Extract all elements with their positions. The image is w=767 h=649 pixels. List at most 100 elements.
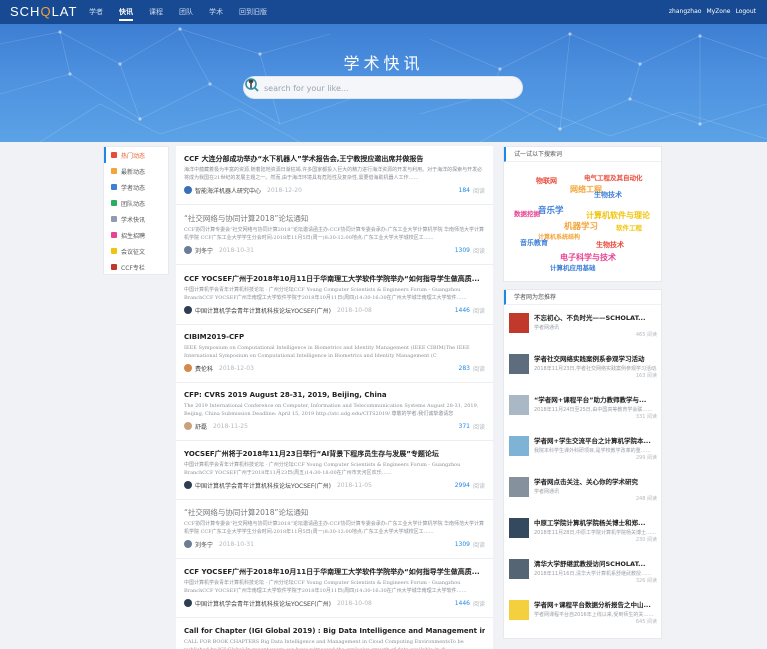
recommend-summary: 我院本科学生课外科研项目,是学校教学改革的重……: [534, 448, 651, 454]
nav-item-0[interactable]: 学者: [89, 0, 103, 24]
sidebar-item-0[interactable]: 热门动态: [104, 147, 168, 163]
recommend-title[interactable]: 学者网+课程平台数据分析报告之中山...: [534, 599, 660, 609]
author-avatar[interactable]: [184, 364, 192, 372]
recommend-title[interactable]: 学者网+学生交流平台之计算机学院本...: [534, 435, 660, 445]
search-bar[interactable]: [243, 76, 523, 99]
sidebar-item-4[interactable]: 学术快讯: [104, 211, 168, 227]
article-abstract: 海洋中蕴藏着极为丰富的资源,随着陆地资源日渐枯竭,许多国家都投入巨大的精力进行海…: [184, 167, 483, 181]
tag-cloud-term[interactable]: 数据挖掘: [514, 208, 540, 218]
tag-cloud-term[interactable]: 软件工程: [616, 222, 642, 232]
recommend-item[interactable]: 清华大学舒继武教授访问SCHOLAT... 2018年11月16日,清华大学计算机…: [507, 554, 660, 590]
recommend-item[interactable]: 学者网+学生交流平台之计算机学院本... 我院本科学生课外科研项目,是学校教学改革…: [507, 431, 660, 467]
tag-cloud-term[interactable]: 物联网: [536, 176, 557, 186]
author-avatar[interactable]: [184, 186, 192, 194]
nav-item-2[interactable]: 课程: [149, 0, 163, 24]
author-avatar[interactable]: [184, 422, 192, 430]
sidebar-item-1[interactable]: 最新动态: [104, 163, 168, 179]
feed-article: CIBIM2019-CFP IEEE Symposium on Computati…: [176, 324, 493, 383]
nav-item-1[interactable]: 快讯: [119, 0, 133, 24]
recommend-thumbnail[interactable]: [509, 395, 529, 415]
logo-text-suffix: LAT: [51, 4, 78, 19]
article-author[interactable]: 舒磊: [195, 422, 207, 431]
recommend-summary: 2018年11月16日,清华大学计算机系舒继武教授……: [534, 571, 652, 577]
article-meta: 中国计算机学会青年计算机科技论坛YOCSEF(广州) 2018-11-05 2994…: [184, 480, 485, 490]
recommend-thumbnail[interactable]: [509, 477, 529, 497]
article-title[interactable]: YOCSEF广州将于2018年11月23日举行“AI背景下程序员生存与发展”专题…: [184, 449, 485, 459]
tag-cloud-term[interactable]: 生物技术: [596, 240, 624, 250]
recommend-thumbnail[interactable]: [509, 313, 529, 333]
search-input[interactable]: [264, 80, 494, 96]
article-author[interactable]: 费伦科: [195, 364, 213, 373]
recommend-item[interactable]: 不忘初心、不负时光——SCHOLAT... 学者网通讯 465 阅读: [507, 308, 660, 344]
recommend-thumbnail[interactable]: [509, 600, 529, 620]
article-author[interactable]: 中国计算机学会青年计算机科技论坛YOCSEF(广州): [195, 481, 331, 490]
tag-cloud-term[interactable]: 电气工程及其自动化: [584, 172, 643, 182]
username-link[interactable]: zhangzhao: [669, 0, 702, 24]
sidebar-item-7[interactable]: CCF专栏: [104, 259, 168, 275]
tag-cloud-term[interactable]: 计算机应用基础: [550, 262, 596, 272]
recommend-title[interactable]: “学者网+课程平台”助力教师教学与...: [534, 394, 660, 404]
author-avatar[interactable]: [184, 306, 192, 314]
read-label: 阅读: [472, 423, 485, 431]
scholat-logo[interactable]: SCHQLAT: [10, 4, 77, 19]
nav-item-3[interactable]: 团队: [179, 0, 193, 24]
myzone-link[interactable]: MyZone: [706, 0, 730, 24]
sidebar-item-2[interactable]: 学者动态: [104, 179, 168, 195]
article-author[interactable]: 刘冬宁: [195, 246, 213, 255]
recommend-item[interactable]: 学者网点击关注、关心你的学术研究 学者网通讯 248 阅读: [507, 472, 660, 508]
recommend-item[interactable]: “学者网+课程平台”助力教师教学与... 2018年11月24日至25日,由中国高…: [507, 390, 660, 426]
author-avatar[interactable]: [184, 246, 192, 254]
tag-cloud: 电气工程及其自动化 物联网 网络工程 生物技术 音乐学 数据挖掘 计算机软件与理论 机器学习计…: [504, 162, 661, 278]
author-avatar[interactable]: [184, 481, 192, 489]
article-meta: 智能海洋机器人研究中心 2018-12-20 184 阅读: [184, 185, 485, 195]
article-title[interactable]: CCF 大连分部成功举办“水下机器人”学术报告会,王宁教授应邀出席并做报告: [184, 154, 485, 164]
nav-item-4[interactable]: 学术: [209, 0, 223, 24]
tag-cloud-term[interactable]: 音乐学: [538, 204, 564, 216]
author-avatar[interactable]: [184, 540, 192, 548]
read-label: 阅读: [472, 307, 485, 315]
recommend-title[interactable]: 不忘初心、不负时光——SCHOLAT...: [534, 312, 660, 322]
tag-cloud-term[interactable]: 机器学习: [564, 220, 598, 232]
recommend-thumbnail[interactable]: [509, 559, 529, 579]
recommend-thumbnail[interactable]: [509, 354, 529, 374]
nav-item-5[interactable]: 回到旧版: [239, 0, 267, 24]
main-nav: 学者 快讯 课程 团队 学术 回到旧版: [89, 0, 283, 24]
logout-link[interactable]: Logout: [735, 0, 756, 24]
recommend-read-count: 230 阅读: [635, 537, 657, 543]
recommend-read-count: 645 阅读: [635, 619, 657, 625]
recommend-thumbnail[interactable]: [509, 518, 529, 538]
article-author[interactable]: 智能海洋机器人研究中心: [195, 186, 261, 195]
article-title[interactable]: “社交网络与协同计算2018”论坛通知: [184, 508, 485, 518]
author-avatar[interactable]: [184, 599, 192, 607]
recommend-title[interactable]: 中原工学院计算机学院杨关博士和郑...: [534, 517, 660, 527]
sidebar-item-6[interactable]: 会议征文: [104, 243, 168, 259]
recommend-read-count: 299 阅读: [635, 455, 657, 461]
recommend-item[interactable]: 学者社交网络实践案例系参观学习活动 2018年11月23日,学者社交网络实践案例参…: [507, 349, 660, 385]
search-icon[interactable]: [244, 77, 260, 93]
logo-text-prefix: SCH: [10, 4, 41, 19]
article-abstract: 中国计算机学会青年计算机科技论坛 · 广州分论坛CCF Young Comput…: [184, 287, 467, 301]
recommend-title[interactable]: 学者社交网络实践案例系参观学习活动: [534, 353, 660, 363]
article-title[interactable]: CFP: CVRS 2019 August 28-31, 2019, Beiji…: [184, 390, 485, 400]
article-author[interactable]: 中国计算机学会青年计算机科技论坛YOCSEF(广州): [195, 306, 331, 315]
article-date: 2018-10-08: [336, 599, 372, 607]
article-author[interactable]: 刘冬宁: [195, 540, 213, 549]
recommend-title[interactable]: 学者网点击关注、关心你的学术研究: [534, 476, 660, 486]
feed-article: “社交网络与协同计算2018”论坛通知 CCF协同计算专委会“社交网络与协同计算2…: [176, 206, 493, 265]
recommend-item[interactable]: 中原工学院计算机学院杨关博士和郑... 2018年11月28日,中原工学院计算机学…: [507, 513, 660, 549]
tag-cloud-term[interactable]: 生物技术: [594, 190, 622, 200]
article-title[interactable]: CIBIM2019-CFP: [184, 332, 485, 342]
article-date: 2018-10-31: [219, 540, 254, 548]
article-title[interactable]: “社交网络与协同计算2018”论坛通知: [184, 214, 485, 224]
article-title[interactable]: CCF YOCSEF广州于2018年10月11日于华南理工大学软件学院举办“如何…: [184, 567, 485, 577]
sidebar-item-5[interactable]: 招生招聘: [104, 227, 168, 243]
sidebar-item-3[interactable]: 团队动态: [104, 195, 168, 211]
recommend-thumbnail[interactable]: [509, 436, 529, 456]
article-title[interactable]: CCF YOCSEF广州于2018年10月11日于华南理工大学软件学院举办“如何…: [184, 274, 485, 284]
recommend-item[interactable]: 学者网+课程平台数据分析报告之中山... 学者网课程平台自2016年上线以来,受到…: [507, 595, 660, 631]
article-date: 2018-12-20: [267, 186, 302, 194]
tag-cloud-term[interactable]: 音乐教育: [520, 238, 548, 248]
recommend-title[interactable]: 清华大学舒继武教授访问SCHOLAT...: [534, 558, 660, 568]
article-title[interactable]: Call for Chapter (IGI Global 2019) : Big…: [184, 626, 485, 636]
article-author[interactable]: 中国计算机学会青年计算机科技论坛YOCSEF(广州): [195, 599, 331, 608]
